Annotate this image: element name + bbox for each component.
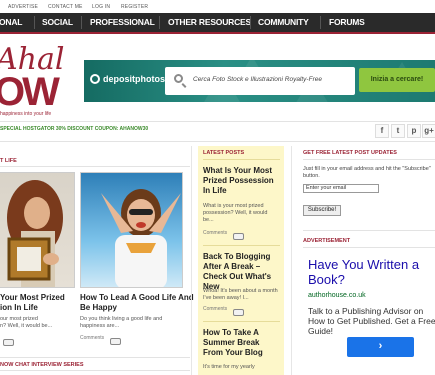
article-title-good-life[interactable]: How To Lead A Good Life And Be Happy [80, 293, 194, 313]
register-link[interactable]: REGISTER [121, 4, 148, 10]
nav-divider [250, 16, 251, 29]
pinterest-icon[interactable]: p [407, 124, 421, 138]
advertisement-title: ADVERTISEMENT [303, 238, 351, 244]
article-image-good-life[interactable] [80, 172, 183, 288]
article-excerpt-good-life: Do you think living a good life and happ… [80, 316, 163, 329]
updates-title: GET FREE LATEST POST UPDATES [303, 150, 397, 156]
left-section-title: T LIFE [0, 158, 17, 164]
divider [303, 230, 435, 231]
chevron-right-icon: › [378, 340, 383, 352]
nav-divider [34, 16, 35, 29]
nav-accent-line [0, 32, 435, 34]
article-image-prized-possession[interactable] [0, 172, 75, 288]
latest-post-excerpt: Whoa! It's been about a month I've been … [203, 288, 278, 301]
site-logo-main[interactable]: OW [0, 70, 60, 115]
search-icon [174, 74, 183, 83]
divider [203, 245, 280, 246]
article-excerpt-prized: our most prized n? Well, it would be... [0, 316, 53, 329]
comment-bubble-icon [110, 338, 121, 346]
updates-text: Just fill in your email address and hit … [303, 166, 431, 179]
latest-post-title[interactable]: How To Take A Summer Break From Your Blo… [203, 328, 280, 358]
comment-bubble-icon [233, 309, 244, 317]
latest-post-excerpt: It's time for my yearly [203, 364, 255, 370]
comments-count[interactable] [233, 304, 244, 322]
divider [0, 121, 435, 122]
nav-divider [81, 16, 82, 29]
nav-divider [320, 16, 321, 29]
comments-label[interactable]: Comments [203, 306, 227, 312]
depositphotos-circle-icon [90, 74, 100, 84]
email-field[interactable]: Enter your email [303, 184, 379, 193]
interview-series-title: NOW CHAT INTERVIEW SERIES [0, 362, 84, 368]
divider [0, 370, 190, 371]
facebook-icon[interactable]: f [375, 124, 389, 138]
main-nav: ONAL SOCIAL PROFESSIONAL OTHER RESOURCES… [0, 13, 435, 32]
divider [0, 357, 190, 358]
comments-label[interactable]: Comments [80, 335, 104, 341]
site-tagline: happiness into your life [0, 111, 52, 117]
banner-search-button[interactable]: Inizia a cercare! [359, 68, 435, 92]
divider [303, 247, 435, 248]
login-link[interactable]: LOG IN [92, 4, 110, 10]
depositphotos-logo: depositphotos [90, 74, 165, 84]
banner-search-box[interactable]: Cerca Foto Stock e Illustrazioni Royalty… [165, 67, 355, 95]
nav-personal[interactable]: ONAL [0, 17, 22, 27]
divider [203, 159, 280, 160]
woman-with-frame-image [7, 180, 63, 287]
divider [203, 321, 280, 322]
comments-count[interactable] [233, 228, 244, 246]
subscribe-button[interactable]: Subscribe! [303, 205, 341, 216]
ad-url[interactable]: authorhouse.co.uk [308, 292, 366, 299]
divider [303, 159, 435, 160]
top-links-bar: ADVERTISE CONTACT ME LOG IN REGISTER [0, 0, 435, 12]
nav-forums[interactable]: FORUMS [329, 17, 365, 27]
divider [0, 141, 435, 142]
comments-count[interactable] [110, 333, 121, 351]
nav-divider [159, 16, 160, 29]
divider [0, 166, 190, 167]
nav-other-resources[interactable]: OTHER RESOURCES [168, 17, 251, 27]
happy-woman-image [101, 189, 181, 287]
latest-post-excerpt: What is your most prized possession? Wel… [203, 203, 268, 223]
nav-community[interactable]: COMMUNITY [258, 17, 309, 27]
comments-count[interactable] [3, 334, 14, 352]
ad-headline[interactable]: Have You Written a Book? [308, 257, 435, 287]
depositphotos-banner[interactable]: depositphotos Cerca Foto Stock e Illustr… [84, 60, 435, 102]
ad-arrow-button[interactable]: › [347, 337, 414, 357]
latest-post-title[interactable]: Back To Blogging After A Break – Check O… [203, 252, 283, 292]
nav-professional[interactable]: PROFESSIONAL [90, 17, 155, 27]
article-title-prized[interactable]: Your Most Prized ion In Life [0, 293, 75, 313]
advertise-link[interactable]: ADVERTISE [8, 4, 38, 10]
column-separator [291, 146, 292, 375]
twitter-icon[interactable]: t [391, 124, 405, 138]
column-separator [191, 146, 192, 375]
nav-social[interactable]: SOCIAL [42, 17, 73, 27]
promo-coupon[interactable]: SPECIAL HOSTGATOR 30% DISCOUNT COUPON: A… [0, 126, 148, 132]
comment-bubble-icon [3, 339, 14, 347]
comments-label[interactable]: Comments [203, 230, 227, 236]
contact-link[interactable]: CONTACT ME [48, 4, 83, 10]
ad-body: Talk to a Publishing Advisor on How to G… [308, 306, 435, 336]
google-plus-icon[interactable]: g+ [422, 124, 435, 138]
latest-posts-title: LATEST POSTS [203, 150, 245, 156]
latest-post-title[interactable]: What Is Your Most Prized Possession In L… [203, 166, 280, 196]
banner-search-placeholder: Cerca Foto Stock e Illustrazioni Royalty… [193, 76, 322, 83]
comment-bubble-icon [233, 233, 244, 241]
